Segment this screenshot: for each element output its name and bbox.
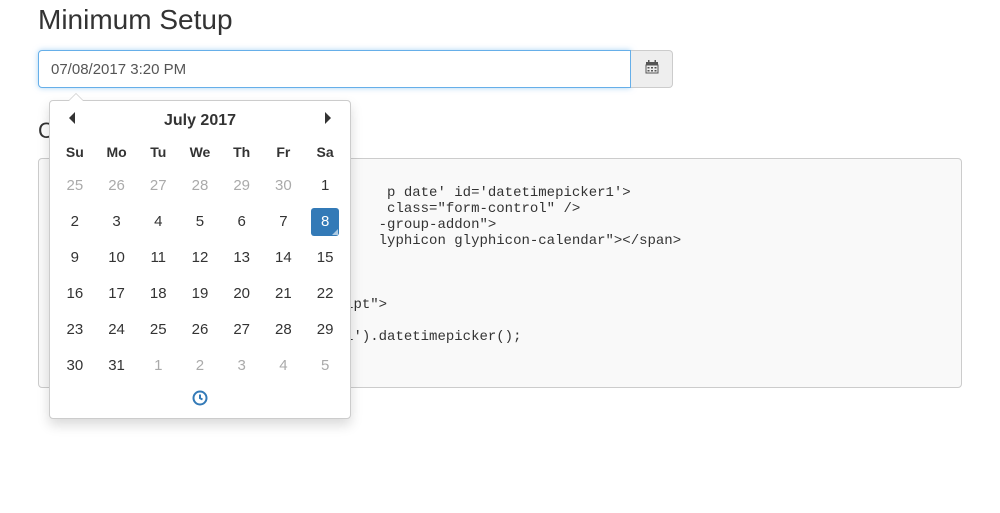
- calendar-day[interactable]: 16: [54, 276, 96, 312]
- calendar-day[interactable]: 20: [221, 276, 263, 312]
- calendar-day[interactable]: 26: [96, 168, 138, 204]
- calendar-day[interactable]: 14: [263, 240, 305, 276]
- month-title[interactable]: July 2017: [164, 112, 236, 130]
- calendar-day[interactable]: 10: [96, 240, 138, 276]
- calendar-day[interactable]: 25: [137, 312, 179, 348]
- calendar-day[interactable]: 22: [304, 276, 346, 312]
- calendar-day[interactable]: 6: [221, 204, 263, 240]
- calendar-day[interactable]: 9: [54, 240, 96, 276]
- calendar-day[interactable]: 2: [179, 348, 221, 384]
- calendar-day[interactable]: 3: [96, 204, 138, 240]
- calendar-day[interactable]: 19: [179, 276, 221, 312]
- calendar-day[interactable]: 30: [263, 168, 305, 204]
- calendar-day[interactable]: 28: [179, 168, 221, 204]
- calendar-day[interactable]: 3: [221, 348, 263, 384]
- chevron-left-icon: [66, 112, 78, 129]
- clock-icon: [192, 393, 208, 410]
- page-title: Minimum Setup: [38, 0, 962, 50]
- chevron-right-icon: [322, 112, 334, 129]
- datetime-input-group: [38, 50, 962, 88]
- next-month-button[interactable]: [314, 111, 342, 130]
- time-toggle-button[interactable]: [54, 384, 346, 414]
- calendar-day[interactable]: 31: [96, 348, 138, 384]
- weekday-header: Su: [54, 138, 96, 168]
- calendar-day[interactable]: 2: [54, 204, 96, 240]
- calendar-day[interactable]: 4: [263, 348, 305, 384]
- calendar-day[interactable]: 7: [263, 204, 305, 240]
- weekday-header: Th: [221, 138, 263, 168]
- calendar-day[interactable]: 30: [54, 348, 96, 384]
- calendar-day[interactable]: 23: [54, 312, 96, 348]
- datetime-input[interactable]: [38, 50, 631, 88]
- calendar-day[interactable]: 1: [304, 168, 346, 204]
- calendar-day[interactable]: 21: [263, 276, 305, 312]
- weekday-header: Sa: [304, 138, 346, 168]
- calendar-day[interactable]: 27: [137, 168, 179, 204]
- weekday-header: Tu: [137, 138, 179, 168]
- calendar-day[interactable]: 15: [304, 240, 346, 276]
- calendar-day[interactable]: 5: [179, 204, 221, 240]
- calendar-day[interactable]: 24: [96, 312, 138, 348]
- calendar-grid: SuMoTuWeThFrSa 2526272829301234567891011…: [54, 138, 346, 384]
- calendar-day[interactable]: 17: [96, 276, 138, 312]
- calendar-day[interactable]: 26: [179, 312, 221, 348]
- calendar-day[interactable]: 8: [304, 204, 346, 240]
- calendar-day[interactable]: 28: [263, 312, 305, 348]
- calendar-day[interactable]: 29: [304, 312, 346, 348]
- calendar-day[interactable]: 13: [221, 240, 263, 276]
- calendar-day[interactable]: 12: [179, 240, 221, 276]
- datetime-picker-popover: July 2017 SuMoTuWeThFrSa 252627282930123…: [49, 100, 351, 419]
- weekday-header: Mo: [96, 138, 138, 168]
- weekday-header: We: [179, 138, 221, 168]
- calendar-day[interactable]: 5: [304, 348, 346, 384]
- calendar-icon: [644, 59, 660, 79]
- prev-month-button[interactable]: [58, 111, 86, 130]
- calendar-day[interactable]: 4: [137, 204, 179, 240]
- weekday-header: Fr: [263, 138, 305, 168]
- calendar-day[interactable]: 18: [137, 276, 179, 312]
- calendar-day[interactable]: 11: [137, 240, 179, 276]
- calendar-addon-button[interactable]: [631, 50, 673, 88]
- calendar-day[interactable]: 29: [221, 168, 263, 204]
- calendar-day[interactable]: 27: [221, 312, 263, 348]
- calendar-day[interactable]: 25: [54, 168, 96, 204]
- calendar-day[interactable]: 1: [137, 348, 179, 384]
